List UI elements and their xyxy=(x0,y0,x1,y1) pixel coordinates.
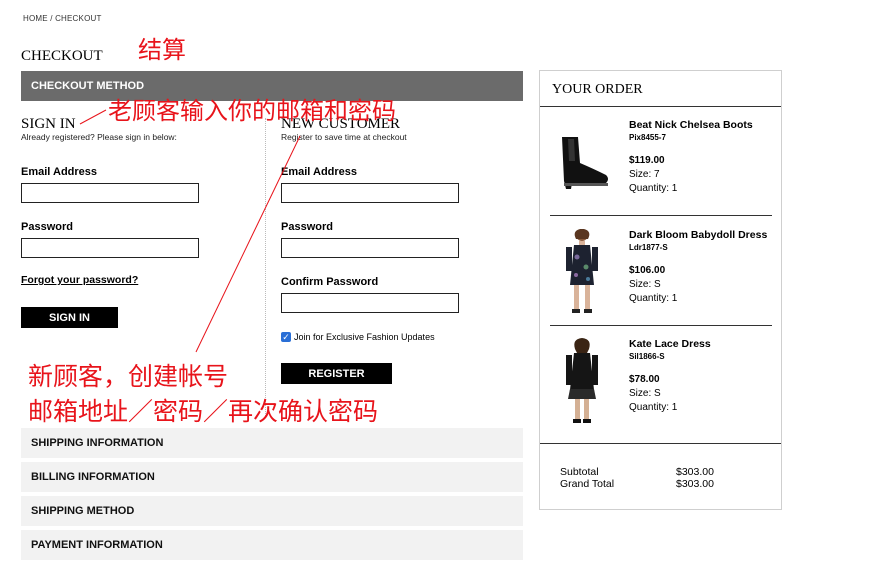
annotation-sign-in: 老顾客输入你的邮箱和密码 xyxy=(108,97,396,125)
signin-annotation-line xyxy=(79,109,107,125)
annotation-lines xyxy=(79,109,301,353)
annotation-new-customer-1: 新顾客，创建帐号 xyxy=(28,362,229,391)
annotation-new-customer-2: 邮箱地址／密码／再次确认密码 xyxy=(28,397,379,426)
new-customer-annotation-line xyxy=(195,135,301,353)
annotation-checkout: 结算 xyxy=(138,36,186,64)
